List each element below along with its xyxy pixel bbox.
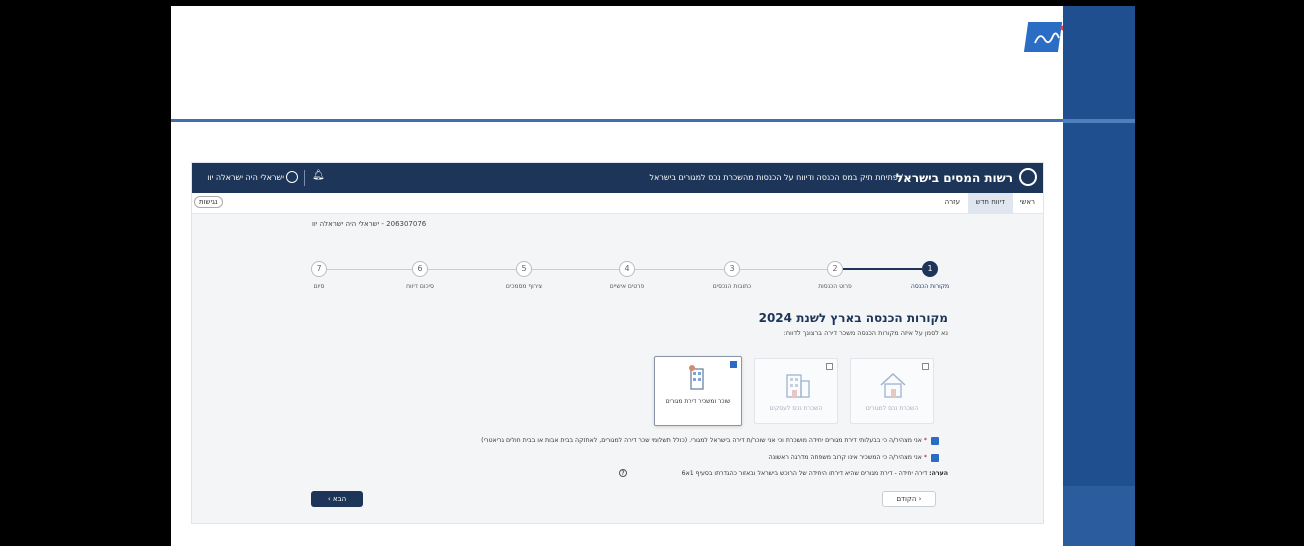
step-5-label: צירוף מסמכים — [505, 283, 543, 290]
bell-icon[interactable]: 🔔︎ — [312, 170, 325, 181]
declaration-1-checkbox[interactable] — [931, 437, 939, 445]
side-band-stripe — [1063, 119, 1135, 123]
step-2-label: פרוט הכנסות — [818, 283, 852, 290]
step-1-circle[interactable]: 1 — [922, 261, 938, 277]
section-subtitle: נא לסמן על איזה מקורות הכנסה משכר דירה ב… — [783, 329, 948, 337]
nav-new-report[interactable]: דיווח חדש — [967, 193, 1013, 213]
declaration-1-text: * אני מצהיר/ה כי בבעלותי דירת מגורים יחי… — [481, 437, 927, 444]
user-avatar-icon[interactable] — [286, 171, 298, 183]
option-label: השכרת נכס למגורים — [865, 405, 919, 412]
option-label: שוכר ומשכיר דירת מגורים — [665, 398, 731, 405]
nav-bar: ראשי דיווח חדש עזרה נגישות — [192, 193, 1043, 214]
section-title: מקורות הכנסה בארץ לשנת 2024 — [758, 311, 948, 325]
tax-authority-logo — [1023, 22, 1063, 52]
step-6-label: סיכום דיווח — [406, 283, 434, 290]
house-icon — [880, 372, 906, 398]
step-4-label: פרטים אישיים — [609, 283, 645, 290]
option-checkbox[interactable] — [826, 363, 833, 370]
form-card: 206307076 - ישראלי היה ישראלה יוו 1 2 3 … — [192, 214, 1043, 523]
help-icon[interactable]: ? — [619, 469, 627, 477]
step-connector — [740, 269, 827, 270]
breadcrumb: / פתיחת תיק במס הכנסה ודיווח על הכנסות מ… — [649, 173, 903, 182]
step-4-circle[interactable]: 4 — [619, 261, 635, 277]
next-button[interactable]: ‹ הבא — [311, 491, 363, 507]
declaration-2-text: * אני מצהיר/ה כי המשכיר אינו קרוב משפחה … — [768, 454, 927, 461]
chevron-left-icon: ‹ — [327, 495, 331, 503]
top-bar: רשות המסים בישראל / פתיחת תיק במס הכנסה … — [192, 163, 1043, 193]
option-tenant-and-landlord[interactable]: שוכר ומשכיר דירת מגורים — [654, 356, 742, 426]
step-6-circle[interactable]: 6 — [412, 261, 428, 277]
progress-stepper: 1 2 3 4 5 6 7 מקורות הכנסה פרוט הכנסות כ… — [192, 254, 1043, 294]
step-connector — [532, 269, 619, 270]
nav-help[interactable]: עזרה — [945, 198, 960, 206]
step-connector — [327, 269, 412, 270]
step-2-circle[interactable]: 2 — [827, 261, 843, 277]
option-checkbox[interactable] — [922, 363, 929, 370]
step-3-label: כתובות הנכסים — [712, 283, 752, 290]
brand-title[interactable]: רשות המסים בישראל — [896, 171, 1013, 185]
chevron-right-icon: › — [918, 495, 922, 503]
option-label: השכרת נכס לעסקים — [769, 405, 823, 412]
user-name[interactable]: ישראלי היה ישראלה יוו — [192, 173, 284, 182]
presentation-slide: רשות המסים בישראל / פתיחת תיק במס הכנסה … — [171, 6, 1063, 546]
app-window: רשות המסים בישראל / פתיחת תיק במס הכנסה … — [191, 162, 1044, 524]
option-residential-rental[interactable]: השכרת נכס למגורים — [850, 358, 934, 424]
tax-authority-emblem-icon — [1019, 168, 1037, 186]
topbar-separator — [304, 170, 305, 186]
office-building-icon — [786, 374, 810, 398]
step-1-label: מקורות הכנסה — [910, 283, 950, 290]
step-connector-active — [843, 268, 922, 270]
step-7-label: סיום — [313, 283, 325, 290]
single-apartment-note: הערה: דירה יחידה - דירת מגורים שהיא דירת… — [681, 470, 948, 477]
declaration-2-checkbox[interactable] — [931, 454, 939, 462]
option-business-rental[interactable]: השכרת נכס לעסקים — [754, 358, 838, 424]
taxpayer-id: 206307076 - ישראלי היה ישראלה יוו — [312, 220, 427, 228]
option-checkbox-checked[interactable] — [730, 361, 737, 368]
step-connector — [428, 269, 516, 270]
nav-home[interactable]: ראשי — [1020, 198, 1035, 206]
step-3-circle[interactable]: 3 — [724, 261, 740, 277]
step-connector — [635, 269, 724, 270]
slide-divider — [171, 119, 1063, 122]
step-7-circle[interactable]: 7 — [311, 261, 327, 277]
previous-button[interactable]: הקודם › — [882, 491, 936, 507]
apartment-building-icon — [689, 365, 704, 390]
slide-side-band — [1063, 6, 1135, 546]
side-band-lower — [1063, 486, 1135, 546]
step-5-circle[interactable]: 5 — [516, 261, 532, 277]
accessibility-button[interactable]: נגישות — [194, 196, 223, 208]
